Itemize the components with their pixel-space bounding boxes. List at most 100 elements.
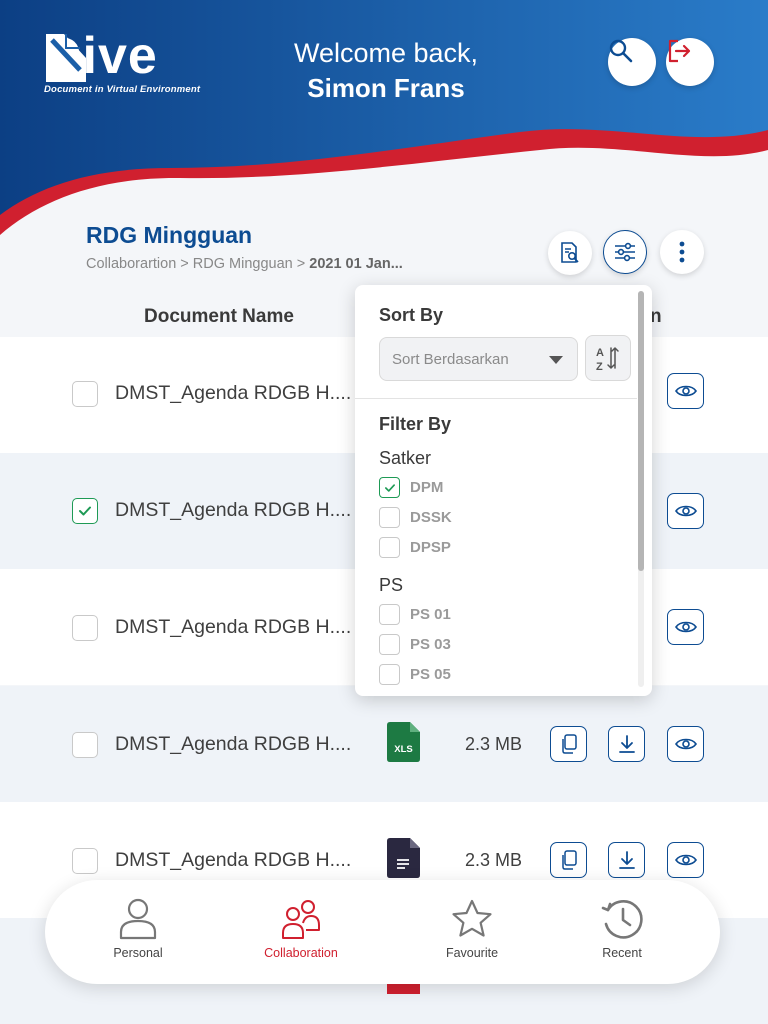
download-icon: [618, 735, 635, 753]
more-vertical-icon: [679, 241, 685, 263]
filter-option-ps05[interactable]: PS 05: [379, 664, 451, 685]
document-search-icon: [561, 242, 579, 263]
sort-select-value: Sort Berdasarkan: [392, 351, 509, 368]
logout-button[interactable]: [666, 38, 714, 86]
sort-by-title: Sort By: [379, 305, 444, 325]
document-name[interactable]: DMST_Agenda RDGB H....: [115, 733, 351, 756]
view-button[interactable]: [667, 726, 704, 762]
download-button[interactable]: [608, 726, 645, 762]
eye-icon: [674, 385, 697, 397]
nav-label: Recent: [602, 946, 642, 960]
file-size: 2.3 MB: [465, 850, 523, 870]
document-search-button[interactable]: [548, 231, 592, 275]
nav-label: Personal: [113, 946, 163, 960]
svg-text:A: A: [596, 347, 604, 359]
search-icon: [609, 39, 633, 63]
document-name[interactable]: DMST_Agenda RDGB H....: [115, 849, 351, 872]
file-size: 2.3 MB: [465, 734, 523, 754]
option-label: DPM: [410, 479, 444, 496]
view-button[interactable]: [667, 609, 704, 645]
checkmark-icon: [384, 483, 395, 492]
option-checkbox[interactable]: [379, 537, 400, 558]
view-button[interactable]: [667, 373, 704, 409]
filter-option-dssk[interactable]: DSSK: [379, 507, 452, 528]
option-checkbox[interactable]: [379, 604, 400, 625]
eye-icon: [674, 854, 697, 866]
sort-filter-button[interactable]: [603, 230, 647, 274]
sort-select[interactable]: Sort Berdasarkan: [379, 337, 578, 381]
option-label: PS 03: [410, 636, 451, 653]
bottom-navigation: Personal Collaboration Favourite Recent: [45, 880, 720, 984]
eye-icon: [674, 621, 697, 633]
more-options-button[interactable]: [660, 230, 704, 274]
nav-item-favourite[interactable]: Favourite: [412, 898, 532, 960]
document-name[interactable]: DMST_Agenda RDGB H....: [115, 499, 351, 522]
dive-logo: Dive Document in Virtual Environment: [44, 30, 200, 95]
filter-group-ps: PS: [379, 575, 404, 595]
user-name: Simon Frans: [307, 73, 465, 103]
filter-option-dpsp[interactable]: DPSP: [379, 537, 451, 558]
folder-title: RDG Mingguan: [86, 222, 253, 248]
copy-icon: [561, 734, 577, 754]
person-icon: [119, 898, 157, 940]
view-button[interactable]: [667, 842, 704, 878]
welcome-line: Welcome back,: [293, 38, 479, 68]
welcome-message: Welcome back, Simon Frans: [270, 36, 502, 106]
scrollbar-thumb[interactable]: [638, 291, 644, 571]
filter-group-satker: Satker: [379, 448, 432, 468]
nav-item-collaboration[interactable]: Collaboration: [241, 898, 361, 960]
breadcrumb[interactable]: Collaborartion > RDG Mingguan > 2021 01 …: [86, 256, 403, 272]
row-checkbox[interactable]: [72, 615, 98, 641]
checkmark-icon: [79, 506, 91, 516]
copy-button[interactable]: [550, 842, 587, 878]
nav-item-personal[interactable]: Personal: [78, 898, 198, 960]
filter-sliders-icon: [615, 242, 635, 262]
document-file-icon: [387, 838, 420, 878]
option-label: DSSK: [410, 509, 452, 526]
option-checkbox[interactable]: [379, 634, 400, 655]
filter-option-dpm[interactable]: DPM: [379, 477, 443, 498]
sort-az-icon: A Z: [596, 347, 619, 371]
search-button[interactable]: [608, 38, 656, 86]
download-button[interactable]: [608, 842, 645, 878]
history-icon: [601, 900, 643, 939]
breadcrumb-path[interactable]: Collaborartion > RDG Mingguan >: [86, 256, 309, 272]
filter-option-ps01[interactable]: PS 01: [379, 604, 451, 625]
caret-down-icon: [549, 356, 563, 364]
option-checkbox[interactable]: [379, 507, 400, 528]
nav-label: Collaboration: [264, 946, 338, 960]
filter-by-title: Filter By: [379, 414, 452, 434]
copy-icon: [561, 850, 577, 870]
option-label: DPSP: [410, 539, 451, 556]
breadcrumb-current: 2021 01 Jan...: [309, 256, 403, 272]
divider: [355, 398, 637, 399]
table-row[interactable]: DMST_Agenda RDGB H.... XLS 2.3 MB: [0, 686, 768, 802]
option-checkbox[interactable]: [379, 477, 400, 498]
eye-icon: [674, 738, 697, 750]
nav-label: Favourite: [445, 946, 499, 960]
logo-tagline: Document in Virtual Environment: [44, 84, 201, 95]
column-header-name: Document Name: [144, 306, 294, 327]
header-banner: Dive Document in Virtual Environment Wel…: [0, 0, 768, 260]
nav-item-recent[interactable]: Recent: [562, 898, 682, 960]
file-type-label: XLS: [394, 744, 412, 755]
logout-icon: [668, 39, 691, 63]
download-icon: [618, 851, 635, 869]
sort-order-button[interactable]: A Z: [585, 335, 631, 381]
document-name[interactable]: DMST_Agenda RDGB H....: [115, 382, 351, 405]
view-button[interactable]: [667, 493, 704, 529]
copy-button[interactable]: [550, 726, 587, 762]
eye-icon: [674, 505, 697, 517]
svg-text:Z: Z: [596, 361, 603, 371]
option-checkbox[interactable]: [379, 664, 400, 685]
filter-option-ps03[interactable]: PS 03: [379, 634, 451, 655]
xls-file-icon: XLS: [387, 722, 420, 762]
row-checkbox[interactable]: [72, 848, 98, 874]
option-label: PS 01: [410, 606, 451, 623]
row-checkbox[interactable]: [72, 498, 98, 524]
row-checkbox[interactable]: [72, 381, 98, 407]
logo-mark-icon: [46, 34, 86, 82]
document-name[interactable]: DMST_Agenda RDGB H....: [115, 616, 351, 639]
row-checkbox[interactable]: [72, 732, 98, 758]
option-label: PS 05: [410, 666, 451, 683]
